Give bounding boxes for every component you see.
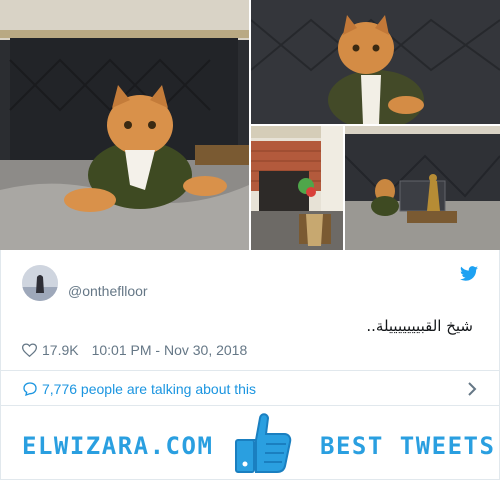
- banner-tagline: BEST TWEETS: [320, 432, 496, 460]
- conversation-label: 7,776 people are talking about this: [42, 381, 257, 397]
- heart-icon[interactable]: [22, 343, 37, 357]
- chevron-right-icon: [468, 382, 477, 396]
- site-name: ELWIZARA.COM: [22, 432, 214, 460]
- tweet-photo-fireplace[interactable]: [251, 126, 343, 250]
- tweet-photo-cat-1[interactable]: [0, 0, 249, 250]
- twitter-bird-icon[interactable]: [460, 266, 478, 281]
- footer-banner: ELWIZARA.COM BEST TWEETS: [0, 406, 500, 480]
- user-handle[interactable]: @ontheflloor: [68, 283, 148, 299]
- tweet-body: @ontheflloor شيخ القبيييييييلة.. 17.9K 1…: [0, 250, 500, 370]
- thumbs-up-icon: [235, 413, 292, 473]
- like-count[interactable]: 17.9K: [42, 342, 79, 358]
- tweet-photo-coffee[interactable]: [345, 126, 500, 250]
- embedded-tweet-card: i: [0, 0, 500, 480]
- tweet-photo-grid: i: [0, 0, 500, 250]
- tweet-timestamp[interactable]: 10:01 PM - Nov 30, 2018: [92, 342, 248, 358]
- conversation-link[interactable]: 7,776 people are talking about this: [0, 370, 500, 406]
- tweet-meta: 17.9K 10:01 PM - Nov 30, 2018: [22, 342, 247, 358]
- speech-bubble-icon: [23, 382, 37, 397]
- tweet-photo-cat-2[interactable]: i: [251, 0, 500, 124]
- tweet-text: شيخ القبيييييييلة..: [366, 317, 473, 335]
- avatar[interactable]: [22, 265, 58, 301]
